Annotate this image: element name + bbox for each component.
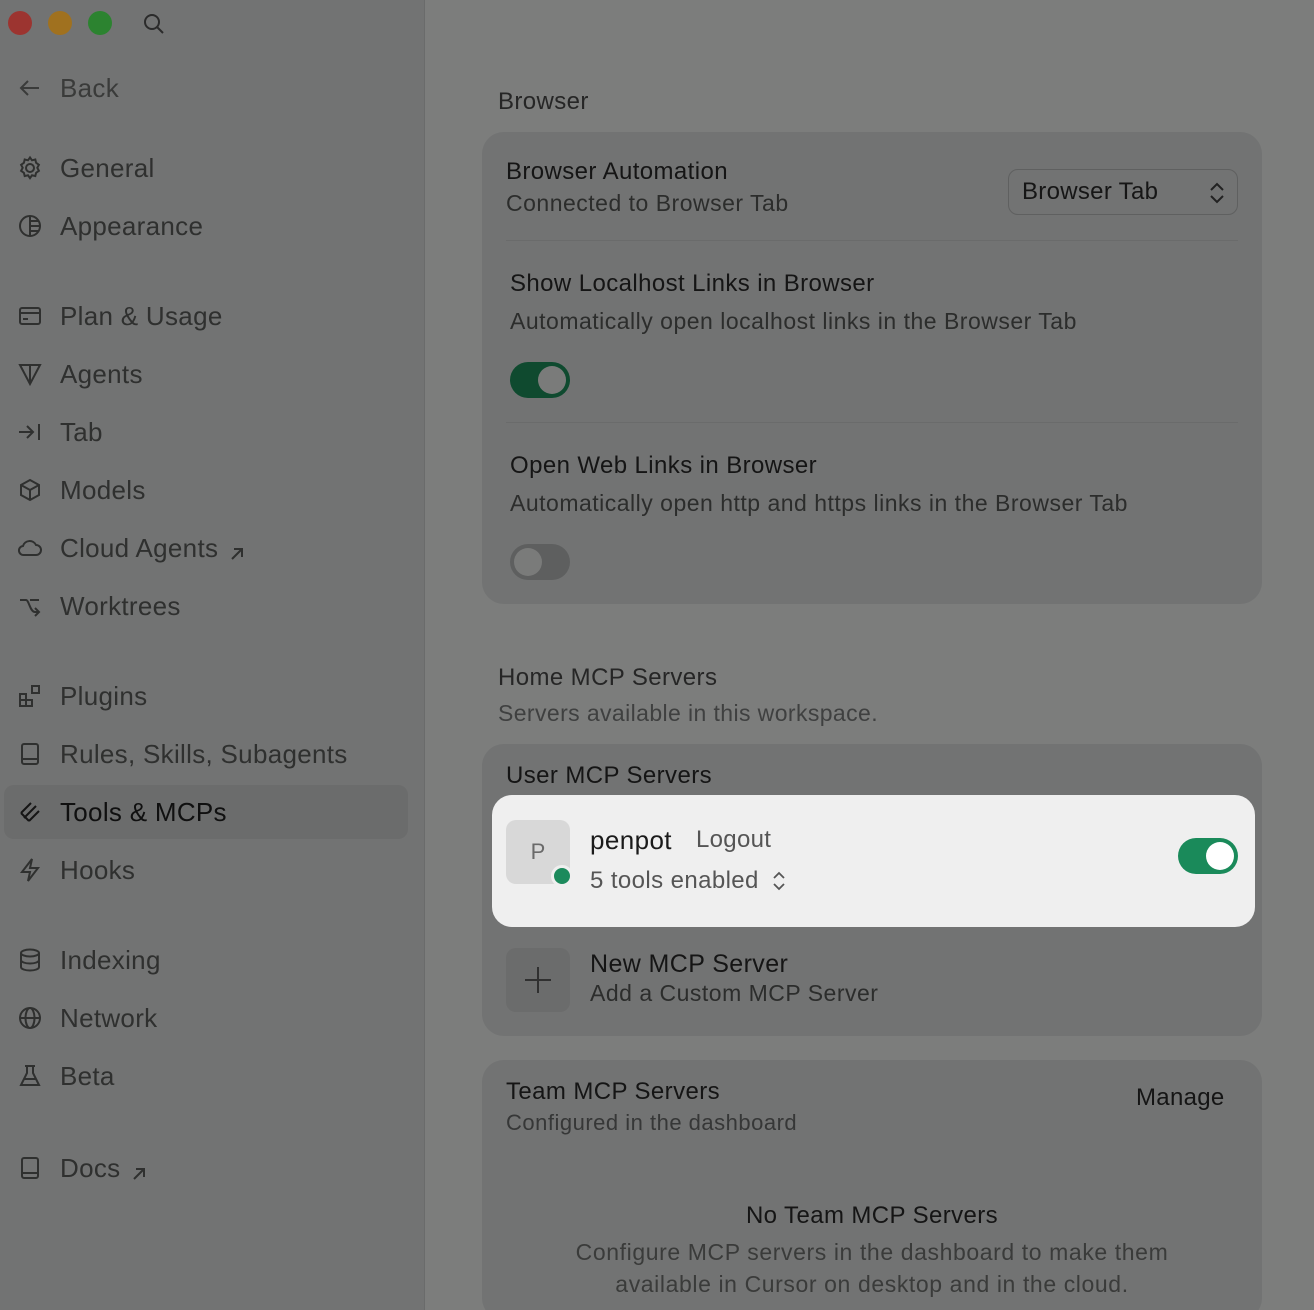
team-mcp-card: Team MCP Servers Configured in the dashb… [482, 1060, 1262, 1310]
sidebar-item-label: General [60, 152, 155, 183]
localhost-links-subtitle: Automatically open localhost links in th… [510, 308, 1077, 334]
sidebar-item-tools-mcps[interactable]: Tools & MCPs [4, 785, 408, 839]
sidebar-item-hooks[interactable]: Hooks [4, 843, 408, 897]
logout-button[interactable]: Logout [696, 826, 771, 854]
tools-enabled-label: 5 tools enabled [590, 867, 759, 894]
branch-icon [17, 593, 43, 619]
server-enable-toggle[interactable] [1178, 838, 1238, 874]
empty-state-line-1: Configure MCP servers in the dashboard t… [575, 1239, 1169, 1265]
sidebar-item-network[interactable]: Network [4, 991, 408, 1045]
home-mcp-section-title: Home MCP Servers [498, 664, 718, 691]
flask-icon [17, 1063, 43, 1089]
server-name: penpot [590, 825, 672, 855]
manage-button[interactable]: Manage [1136, 1084, 1225, 1112]
external-link-icon [228, 539, 246, 560]
browser-settings-card: Browser Automation Connected to Browser … [482, 132, 1262, 604]
sidebar-item-plan-usage[interactable]: Plan & Usage [4, 289, 408, 343]
card-icon [17, 303, 43, 329]
toggle-knob [538, 366, 566, 394]
status-indicator [551, 865, 573, 887]
new-mcp-server-button[interactable]: New MCP Server [590, 950, 788, 979]
sidebar-item-label: Plugins [60, 680, 148, 711]
book-icon [17, 1155, 43, 1181]
sidebar-item-label: Docs [60, 1152, 121, 1183]
sidebar-item-indexing[interactable]: Indexing [4, 933, 408, 987]
web-links-subtitle: Automatically open http and https links … [510, 490, 1128, 516]
zoom-window-button[interactable] [88, 11, 112, 35]
bolt-icon [17, 857, 43, 883]
new-mcp-server-subtitle: Add a Custom MCP Server [590, 980, 879, 1006]
sidebar-item-models[interactable]: Models [4, 463, 408, 517]
sidebar-item-cloud-agents[interactable]: Cloud Agents [4, 521, 408, 575]
divider [506, 240, 1238, 241]
sidebar: Back General Appearance Plan & Usage Age… [0, 0, 425, 1310]
sidebar-item-agents[interactable]: Agents [4, 347, 408, 401]
close-window-button[interactable] [8, 11, 32, 35]
user-mcp-servers-title: User MCP Servers [506, 762, 712, 789]
web-links-toggle[interactable] [510, 544, 570, 580]
browser-automation-subtitle: Connected to Browser Tab [506, 190, 789, 216]
sidebar-item-general[interactable]: General [4, 141, 408, 195]
team-mcp-servers-title: Team MCP Servers [506, 1078, 721, 1105]
sidebar-item-label: Indexing [60, 944, 161, 975]
mcp-server-card: P penpot Logout 5 tools enabled [492, 795, 1255, 927]
sidebar-item-label: Models [60, 474, 146, 505]
search-icon[interactable] [142, 12, 166, 36]
sidebar-item-label: Tools & MCPs [60, 796, 227, 827]
empty-state-title: No Team MCP Servers [745, 1202, 999, 1229]
plugins-icon [17, 683, 43, 709]
sidebar-item-rules[interactable]: Rules, Skills, Subagents [4, 727, 408, 781]
gear-icon [17, 155, 43, 181]
home-mcp-section-subtitle: Servers available in this workspace. [498, 700, 879, 726]
sidebar-item-label: Cloud Agents [60, 532, 219, 563]
add-server-icon[interactable] [506, 948, 570, 1012]
browser-automation-select[interactable]: Browser Tab [1008, 169, 1238, 215]
team-mcp-servers-subtitle: Configured in the dashboard [506, 1110, 798, 1135]
appearance-icon [17, 213, 43, 239]
browser-automation-title: Browser Automation [506, 158, 728, 185]
web-links-title: Open Web Links in Browser [510, 452, 818, 479]
database-icon [17, 947, 43, 973]
chevron-updown-icon [771, 870, 787, 892]
localhost-links-title: Show Localhost Links in Browser [510, 270, 875, 297]
sidebar-item-label: Worktrees [60, 590, 181, 621]
external-link-icon [130, 1159, 148, 1180]
cube-icon [17, 477, 43, 503]
sidebar-item-plugins[interactable]: Plugins [4, 669, 408, 723]
localhost-links-toggle[interactable] [510, 362, 570, 398]
sidebar-item-label: Agents [60, 358, 143, 389]
sidebar-item-worktrees[interactable]: Worktrees [4, 579, 408, 633]
arrow-left-icon [17, 75, 43, 101]
empty-state-line-2: available in Cursor on desktop and in th… [615, 1271, 1129, 1297]
tools-enabled-dropdown[interactable]: 5 tools enabled [590, 867, 787, 895]
sidebar-item-label: Network [60, 1002, 158, 1033]
cloud-icon [17, 535, 43, 561]
agents-icon [17, 361, 43, 387]
sidebar-item-label: Appearance [60, 210, 204, 241]
sidebar-item-beta[interactable]: Beta [4, 1049, 408, 1103]
chevron-updown-icon [1207, 180, 1227, 213]
back-button[interactable]: Back [4, 61, 408, 115]
sidebar-item-label: Plan & Usage [60, 300, 223, 331]
sidebar-item-tab[interactable]: Tab [4, 405, 408, 459]
tools-icon [17, 799, 43, 825]
toggle-knob [1206, 842, 1234, 870]
sidebar-item-appearance[interactable]: Appearance [4, 199, 408, 253]
sidebar-item-label: Beta [60, 1060, 115, 1091]
sidebar-item-docs[interactable]: Docs [4, 1141, 408, 1195]
back-label: Back [60, 72, 120, 103]
server-initial: P [530, 839, 546, 864]
browser-section-title: Browser [498, 88, 589, 115]
sidebar-item-label: Hooks [60, 854, 136, 885]
window-controls [8, 11, 112, 35]
tab-icon [17, 419, 43, 445]
sidebar-item-label: Tab [60, 416, 103, 447]
globe-icon [17, 1005, 43, 1031]
book-icon [17, 741, 43, 767]
divider [506, 422, 1238, 423]
minimize-window-button[interactable] [48, 11, 72, 35]
select-value: Browser Tab [1022, 178, 1159, 205]
sidebar-item-label: Rules, Skills, Subagents [60, 738, 348, 769]
toggle-knob [514, 548, 542, 576]
